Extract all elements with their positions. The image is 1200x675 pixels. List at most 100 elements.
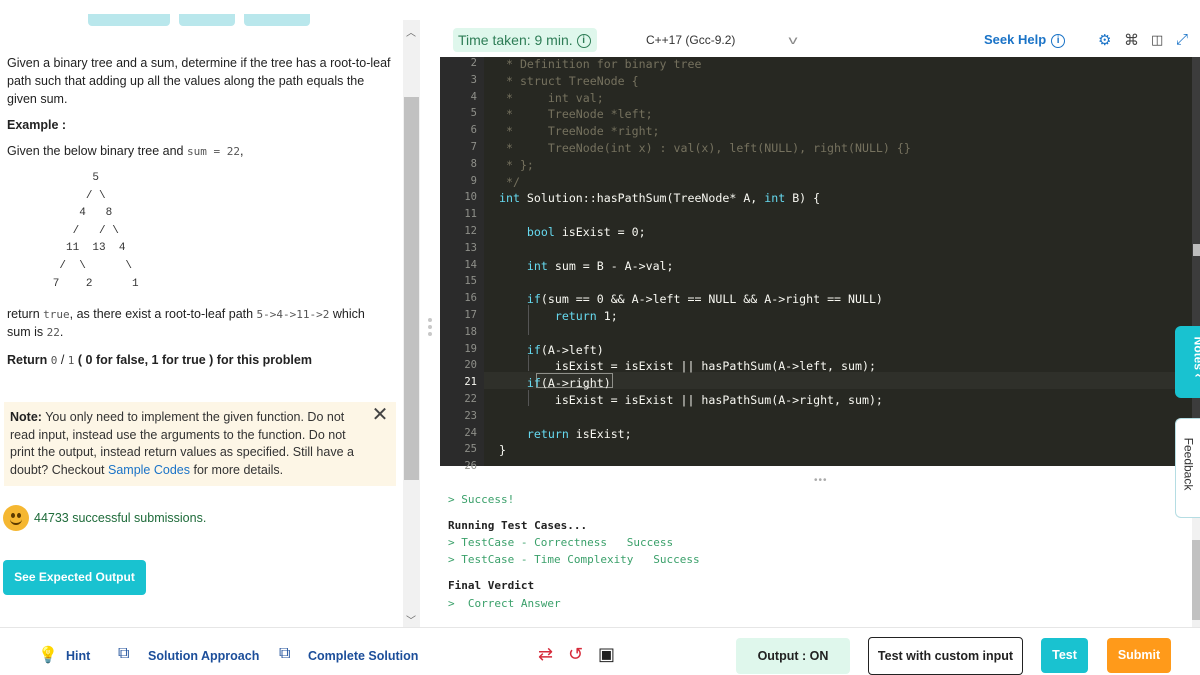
code-line[interactable]: */	[499, 175, 520, 189]
puzzle-icon[interactable]: ⧉	[118, 645, 129, 663]
line-number: 16	[464, 292, 477, 305]
return-explanation: return true, as there exist a root-to-le…	[7, 307, 365, 321]
scroll-down-arrow-icon[interactable]: ﹀	[406, 612, 416, 627]
time-taken-badge: Time taken: 9 min. i	[453, 28, 597, 52]
complete-solution-button[interactable]: Complete Solution	[308, 649, 418, 663]
tree-line: 11 13 4	[0, 242, 126, 255]
line-number: 13	[464, 241, 477, 254]
language-select[interactable]: C++17 (Gcc-9.2)	[646, 33, 735, 47]
problem-statement: Given a binary tree and a sum, determine…	[7, 56, 391, 106]
code-line[interactable]: int Solution::hasPathSum(TreeNode* A, in…	[499, 191, 820, 205]
line-number: 5	[470, 107, 477, 120]
return-info: Return 0 / 1 ( 0 for false, 1 for true )…	[7, 353, 312, 367]
line-number: 21	[464, 376, 477, 389]
test-custom-input-button[interactable]: Test with custom input	[868, 637, 1023, 675]
code-line[interactable]: * TreeNode(int x) : val(x), left(NULL), …	[499, 141, 911, 155]
resize-grip-icon[interactable]: •••	[814, 475, 828, 486]
drag-handle-dot[interactable]	[428, 318, 432, 322]
close-icon[interactable]: ✕	[371, 405, 389, 425]
fullscreen-icon[interactable]: ⤢	[1176, 31, 1188, 48]
example-label: Example :	[7, 118, 67, 132]
line-number: 20	[464, 359, 477, 372]
example-tree: 5 / \ 4 8 / / \ 11 13 4 / \ \ 7 2 1	[0, 170, 139, 293]
tab-pill[interactable]	[179, 14, 235, 26]
save-icon[interactable]: ▣	[598, 644, 615, 665]
line-number: 14	[464, 258, 477, 271]
line-number: 11	[464, 208, 477, 221]
code-line[interactable]: return 1;	[499, 309, 618, 323]
sample-codes-link[interactable]: Sample Codes	[108, 463, 190, 477]
lightbulb-icon[interactable]: 💡	[38, 645, 58, 665]
code-line[interactable]: return isExist;	[499, 427, 632, 441]
submit-button[interactable]: Submit	[1107, 638, 1171, 673]
return-explanation-line2: sum is 22.	[7, 325, 64, 339]
reset-icon[interactable]: ↺	[568, 644, 583, 665]
tree-line: 4 8	[0, 207, 113, 220]
problem-scrollbar-thumb[interactable]	[404, 97, 419, 480]
code-line[interactable]: * TreeNode *left;	[499, 107, 653, 121]
layout-icon[interactable]: ◫	[1151, 32, 1163, 48]
info-icon[interactable]: i	[576, 34, 591, 49]
line-number: 4	[470, 90, 477, 103]
line-number: 18	[464, 325, 477, 338]
line-number: 24	[464, 426, 477, 439]
line-number: 10	[464, 191, 477, 204]
line-number: 8	[470, 157, 477, 170]
code-line[interactable]: if(A->left)	[499, 343, 604, 357]
submission-count: 44733 successful submissions.	[34, 511, 207, 525]
tree-line: 7 2 1	[0, 277, 139, 290]
code-line[interactable]: int sum = B - A->val;	[499, 259, 674, 273]
editor-scrollbar-thumb[interactable]	[1193, 244, 1200, 256]
line-number: 17	[464, 309, 477, 321]
code-line[interactable]: isExist = isExist || hasPathSum(A->right…	[499, 393, 883, 407]
notes-tab[interactable]: Notes ‹	[1175, 326, 1200, 398]
hint-button[interactable]: Hint	[66, 649, 90, 663]
info-icon[interactable]: i	[1051, 33, 1066, 48]
tree-line: / \ \	[0, 259, 133, 272]
tree-line: / \	[0, 189, 106, 202]
test-button[interactable]: Test	[1041, 638, 1088, 673]
note-box: Note: You only need to implement the giv…	[4, 402, 396, 486]
code-line[interactable]: * };	[499, 158, 534, 172]
line-number: 25	[464, 443, 477, 456]
drag-handle-dot[interactable]	[428, 332, 432, 336]
drag-handle-dot[interactable]	[428, 325, 432, 329]
puzzle-icon[interactable]: ⧉	[279, 645, 290, 663]
output-success: > Success!	[448, 493, 515, 506]
output-verdict-label: Final Verdict	[448, 579, 535, 592]
output-scrollbar-thumb[interactable]	[1192, 540, 1200, 620]
tab-pill[interactable]	[88, 14, 170, 26]
feedback-tab[interactable]: Feedback	[1175, 418, 1200, 518]
chevron-down-icon[interactable]: v	[789, 33, 798, 47]
line-number: 26	[464, 460, 477, 473]
panel-divider[interactable]	[421, 20, 440, 627]
seek-help-button[interactable]: Seek Help i	[984, 32, 1066, 48]
line-number: 3	[470, 73, 477, 86]
code-line[interactable]: if(sum == 0 && A->left == NULL && A->rig…	[499, 292, 883, 306]
swap-icon[interactable]: ⇄	[538, 644, 553, 665]
output-toggle-button[interactable]: Output : ON	[736, 638, 850, 674]
line-number: 19	[464, 342, 477, 355]
code-line[interactable]: * int val;	[499, 91, 604, 105]
scroll-up-arrow-icon[interactable]: ︿	[406, 24, 416, 39]
settings-gear-icon[interactable]: ⚙	[1098, 31, 1111, 49]
output-testcase-correctness: > TestCase - Correctness Success	[448, 536, 674, 549]
tree-line: / / \	[0, 224, 119, 237]
code-line[interactable]: if(A->right)	[499, 376, 611, 390]
code-line[interactable]: bool isExist = 0;	[499, 225, 646, 239]
code-line[interactable]: }	[499, 443, 506, 457]
code-line[interactable]: * Definition for binary tree	[499, 57, 701, 71]
code-line[interactable]: isExist = isExist || hasPathSum(A->left,…	[499, 359, 876, 373]
output-verdict: > Correct Answer	[448, 597, 561, 610]
smiley-icon	[3, 505, 29, 531]
command-icon[interactable]: ⌘	[1124, 31, 1139, 49]
editor-scrollbar[interactable]	[1192, 57, 1200, 466]
solution-approach-button[interactable]: Solution Approach	[148, 649, 259, 663]
see-expected-output-button[interactable]: See Expected Output	[3, 560, 146, 595]
line-number: 2	[470, 57, 477, 69]
line-number: 15	[464, 275, 477, 288]
output-testcase-time: > TestCase - Time Complexity Success	[448, 553, 700, 566]
code-line[interactable]: * TreeNode *right;	[499, 124, 660, 138]
tab-pill[interactable]	[244, 14, 310, 26]
code-line[interactable]: * struct TreeNode {	[499, 74, 639, 88]
